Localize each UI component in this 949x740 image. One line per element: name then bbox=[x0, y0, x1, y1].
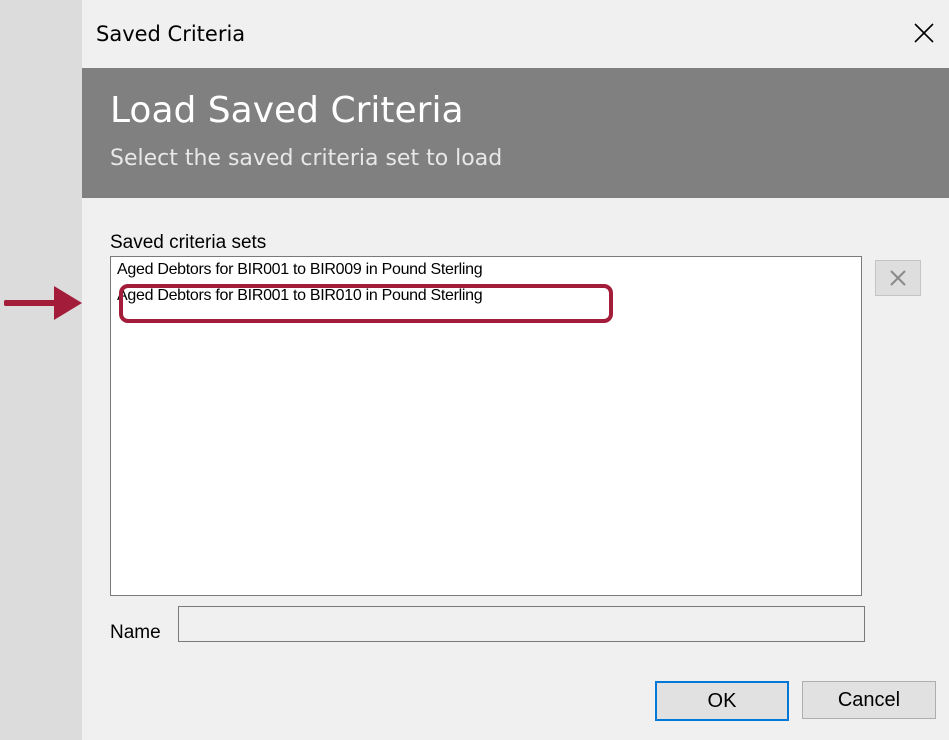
annotation-highlight-box bbox=[119, 284, 613, 323]
close-icon bbox=[914, 23, 934, 43]
name-input[interactable] bbox=[178, 606, 865, 642]
cancel-button[interactable]: Cancel bbox=[802, 681, 936, 719]
list-item[interactable]: Aged Debtors for BIR001 to BIR009 in Pou… bbox=[117, 261, 483, 279]
delete-icon bbox=[890, 270, 906, 286]
saved-sets-label: Saved criteria sets bbox=[110, 232, 267, 253]
page-title: Load Saved Criteria bbox=[110, 90, 464, 131]
name-label: Name bbox=[110, 622, 161, 643]
header-banner: Load Saved Criteria Select the saved cri… bbox=[82, 68, 949, 198]
title-bar: Saved Criteria bbox=[82, 0, 949, 68]
saved-criteria-dialog: Saved Criteria Load Saved Criteria Selec… bbox=[82, 0, 949, 740]
background-panel bbox=[0, 0, 82, 740]
close-button[interactable] bbox=[905, 14, 943, 52]
ok-button[interactable]: OK bbox=[655, 681, 789, 721]
window-title: Saved Criteria bbox=[96, 22, 246, 46]
annotation-arrow-icon bbox=[4, 286, 82, 320]
page-subtitle: Select the saved criteria set to load bbox=[110, 146, 503, 171]
delete-button[interactable] bbox=[875, 260, 921, 296]
